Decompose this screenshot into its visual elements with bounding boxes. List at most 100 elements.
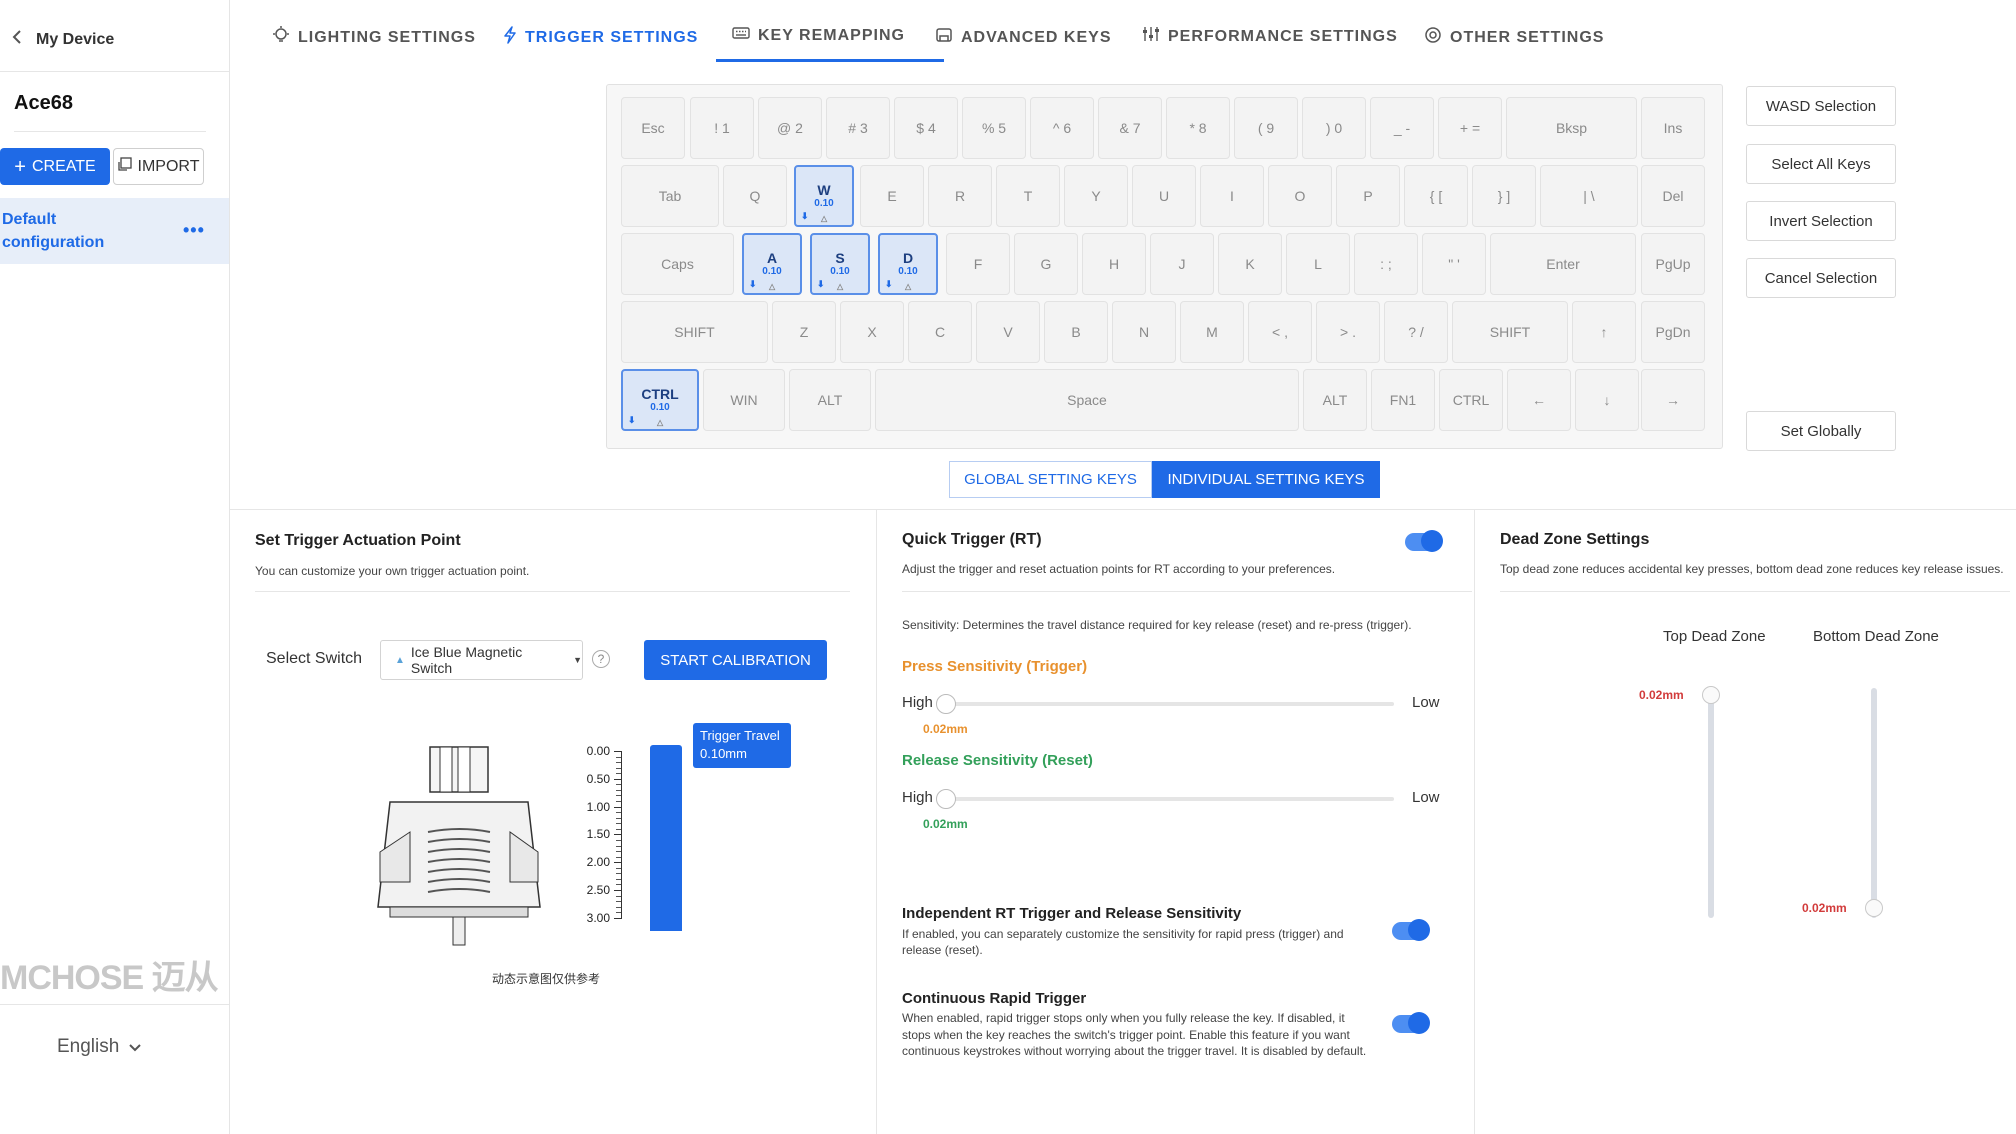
key-ins[interactable]: Ins <box>1641 97 1705 159</box>
wasd-selection-button[interactable]: WASD Selection <box>1746 86 1896 126</box>
key-tab[interactable]: Tab <box>621 165 719 227</box>
back-button[interactable]: My Device <box>12 30 114 49</box>
key-enter[interactable]: Enter <box>1490 233 1636 295</box>
key-[interactable]: : ; <box>1354 233 1418 295</box>
press-sensitivity-track[interactable] <box>942 702 1394 706</box>
press-sensitivity-handle[interactable] <box>936 694 956 714</box>
key-[interactable]: " ' <box>1422 233 1486 295</box>
key-[interactable]: ← <box>1507 369 1571 431</box>
key-7[interactable]: & 7 <box>1098 97 1162 159</box>
set-globally-button[interactable]: Set Globally <box>1746 411 1896 451</box>
key-pgdn[interactable]: PgDn <box>1641 301 1705 363</box>
key-win[interactable]: WIN <box>703 369 785 431</box>
bottom-dead-zone-slider[interactable] <box>1871 688 1877 918</box>
key-t[interactable]: T <box>996 165 1060 227</box>
tab-performance[interactable]: PERFORMANCE SETTINGS <box>1142 26 1398 47</box>
tab-advanced-keys[interactable]: ADVANCED KEYS <box>935 26 1112 49</box>
key-fn1[interactable]: FN1 <box>1371 369 1435 431</box>
key-k[interactable]: K <box>1218 233 1282 295</box>
key-[interactable]: { [ <box>1404 165 1468 227</box>
key-[interactable]: → <box>1641 369 1705 431</box>
key-v[interactable]: V <box>976 301 1040 363</box>
quick-trigger-toggle[interactable] <box>1405 530 1443 552</box>
key-s[interactable]: S 0.10 ⬇ △ <box>810 233 870 295</box>
key-alt[interactable]: ALT <box>1303 369 1367 431</box>
key-ctrl[interactable]: CTRL 0.10 ⬇ △ <box>621 369 699 431</box>
config-item-default[interactable]: Default configuration ••• <box>0 198 229 264</box>
release-sensitivity-track[interactable] <box>942 797 1394 801</box>
tab-trigger[interactable]: TRIGGER SETTINGS <box>503 26 698 49</box>
key-[interactable]: | \ <box>1540 165 1638 227</box>
key-d[interactable]: D 0.10 ⬇ △ <box>878 233 938 295</box>
key-x[interactable]: X <box>840 301 904 363</box>
key-[interactable]: < , <box>1248 301 1312 363</box>
key-0[interactable]: ) 0 <box>1302 97 1366 159</box>
key-m[interactable]: M <box>1180 301 1244 363</box>
key-j[interactable]: J <box>1150 233 1214 295</box>
import-button[interactable]: IMPORT <box>113 148 204 185</box>
key-ctrl[interactable]: CTRL <box>1439 369 1503 431</box>
tab-key-remapping[interactable]: KEY REMAPPING <box>732 26 905 45</box>
key-a[interactable]: A 0.10 ⬇ △ <box>742 233 802 295</box>
key-y[interactable]: Y <box>1064 165 1128 227</box>
switch-select[interactable]: ▲ Ice Blue Magnetic Switch ▼ <box>380 640 583 680</box>
key-[interactable]: + = <box>1438 97 1502 159</box>
key-space[interactable]: Space <box>875 369 1299 431</box>
top-dead-zone-slider[interactable] <box>1708 688 1714 918</box>
tab-other[interactable]: OTHER SETTINGS <box>1424 26 1604 49</box>
language-select[interactable]: English <box>57 1036 142 1058</box>
key-[interactable]: ↓ <box>1575 369 1639 431</box>
key-c[interactable]: C <box>908 301 972 363</box>
key-q[interactable]: Q <box>723 165 787 227</box>
key-9[interactable]: ( 9 <box>1234 97 1298 159</box>
key-shift[interactable]: SHIFT <box>621 301 768 363</box>
key-z[interactable]: Z <box>772 301 836 363</box>
key-3[interactable]: # 3 <box>826 97 890 159</box>
key-i[interactable]: I <box>1200 165 1264 227</box>
individual-setting-keys-button[interactable]: INDIVIDUAL SETTING KEYS <box>1152 461 1380 498</box>
key-8[interactable]: * 8 <box>1166 97 1230 159</box>
invert-selection-button[interactable]: Invert Selection <box>1746 201 1896 241</box>
release-sensitivity-handle[interactable] <box>936 789 956 809</box>
key-4[interactable]: $ 4 <box>894 97 958 159</box>
global-setting-keys-button[interactable]: GLOBAL SETTING KEYS <box>949 461 1152 498</box>
create-button[interactable]: + CREATE <box>0 148 110 185</box>
key-6[interactable]: ^ 6 <box>1030 97 1094 159</box>
key-shift[interactable]: SHIFT <box>1452 301 1568 363</box>
help-icon[interactable]: ? <box>592 650 610 668</box>
key-5[interactable]: % 5 <box>962 97 1026 159</box>
continuous-rt-toggle[interactable] <box>1392 1012 1430 1034</box>
key-f[interactable]: F <box>946 233 1010 295</box>
bottom-dead-zone-handle[interactable] <box>1865 899 1883 917</box>
key-2[interactable]: @ 2 <box>758 97 822 159</box>
key-1[interactable]: ! 1 <box>690 97 754 159</box>
key-del[interactable]: Del <box>1641 165 1705 227</box>
key-[interactable]: _ - <box>1370 97 1434 159</box>
key-l[interactable]: L <box>1286 233 1350 295</box>
key-pgup[interactable]: PgUp <box>1641 233 1705 295</box>
key-[interactable]: ↑ <box>1572 301 1636 363</box>
key-[interactable]: ? / <box>1384 301 1448 363</box>
key-w[interactable]: W 0.10 ⬇ △ <box>794 165 854 227</box>
key-p[interactable]: P <box>1336 165 1400 227</box>
key-h[interactable]: H <box>1082 233 1146 295</box>
key-e[interactable]: E <box>860 165 924 227</box>
key-r[interactable]: R <box>928 165 992 227</box>
cancel-selection-button[interactable]: Cancel Selection <box>1746 258 1896 298</box>
more-icon[interactable]: ••• <box>183 220 205 241</box>
key-g[interactable]: G <box>1014 233 1078 295</box>
select-all-keys-button[interactable]: Select All Keys <box>1746 144 1896 184</box>
key-o[interactable]: O <box>1268 165 1332 227</box>
key-[interactable]: } ] <box>1472 165 1536 227</box>
key-alt[interactable]: ALT <box>789 369 871 431</box>
key-[interactable]: > . <box>1316 301 1380 363</box>
key-bksp[interactable]: Bksp <box>1506 97 1637 159</box>
start-calibration-button[interactable]: START CALIBRATION <box>644 640 827 680</box>
key-n[interactable]: N <box>1112 301 1176 363</box>
top-dead-zone-handle[interactable] <box>1702 686 1720 704</box>
key-u[interactable]: U <box>1132 165 1196 227</box>
key-caps[interactable]: Caps <box>621 233 734 295</box>
tab-lighting[interactable]: LIGHTING SETTINGS <box>272 26 476 49</box>
key-b[interactable]: B <box>1044 301 1108 363</box>
key-esc[interactable]: Esc <box>621 97 685 159</box>
